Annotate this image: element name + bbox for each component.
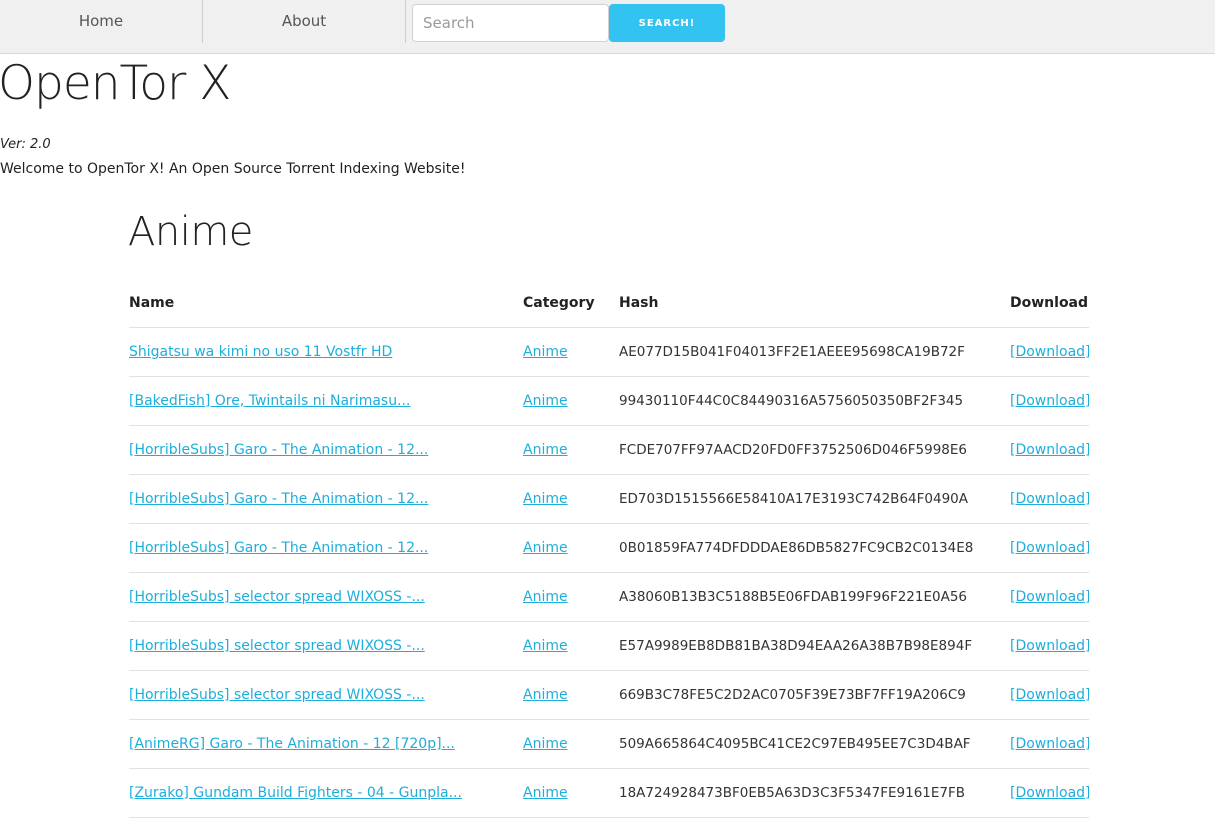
hash-value: E57A9989EB8DB81BA38D94EAA26A38B7B98E894F [619,621,1010,671]
hash-value: 99430110F44C0C84490316A5756050350BF2F345 [619,376,1010,426]
table-row: [HorribleSubs] Garo - The Animation - 12… [129,425,1089,475]
column-header-hash: Hash [619,278,1010,328]
download-link[interactable]: [Download] [1010,589,1089,605]
torrent-name-link[interactable]: [Zurako] Gundam Build Fighters - 04 - Gu… [129,785,462,801]
torrent-table: Name Category Hash Download Shigatsu wa … [129,278,1089,818]
column-header-category: Category [523,278,619,328]
category-link[interactable]: Anime [523,785,568,801]
welcome-text: Welcome to OpenTor X! An Open Source Tor… [0,161,466,177]
column-header-download: Download [1010,278,1089,328]
torrent-name-link[interactable]: [HorribleSubs] selector spread WIXOSS -.… [129,638,425,654]
category-link[interactable]: Anime [523,393,568,409]
search-button[interactable]: SEARCH! [609,4,725,42]
download-link[interactable]: [Download] [1010,785,1089,801]
hash-value: 0B01859FA774DFDDDAE86DB5827FC9CB2C0134E8 [619,523,1010,573]
table-row: [BakedFish] Ore, Twintails ni Narimasu..… [129,376,1089,426]
category-link[interactable]: Anime [523,736,568,752]
table-row: [HorribleSubs] Garo - The Animation - 12… [129,523,1089,573]
torrent-name-link[interactable]: [BakedFish] Ore, Twintails ni Narimasu..… [129,393,410,409]
section-title: Anime [128,209,253,255]
navbar: Home About SEARCH! [0,0,1215,54]
download-link[interactable]: [Download] [1010,442,1089,458]
category-link[interactable]: Anime [523,589,568,605]
table-header-row: Name Category Hash Download [129,278,1089,328]
download-link[interactable]: [Download] [1010,687,1089,703]
table-row: [AnimeRG] Garo - The Animation - 12 [720… [129,719,1089,769]
table-row: [HorribleSubs] selector spread WIXOSS -.… [129,670,1089,720]
download-link[interactable]: [Download] [1010,638,1089,654]
download-link[interactable]: [Download] [1010,393,1089,409]
table-row: [HorribleSubs] selector spread WIXOSS -.… [129,621,1089,671]
nav-home-link[interactable]: Home [0,0,203,43]
category-link[interactable]: Anime [523,344,568,360]
torrent-name-link[interactable]: [HorribleSubs] Garo - The Animation - 12… [129,540,428,556]
hash-value: ED703D1515566E58410A17E3193C742B64F0490A [619,474,1010,524]
table-row: Shigatsu wa kimi no uso 11 Vostfr HD Ani… [129,327,1089,377]
torrent-name-link[interactable]: [HorribleSubs] selector spread WIXOSS -.… [129,589,425,605]
torrent-name-link[interactable]: [HorribleSubs] Garo - The Animation - 12… [129,491,428,507]
category-link[interactable]: Anime [523,442,568,458]
hash-value: 509A665864C4095BC41CE2C97EB495EE7C3D4BAF [619,719,1010,769]
download-link[interactable]: [Download] [1010,736,1089,752]
hash-value: AE077D15B041F04013FF2E1AEEE95698CA19B72F [619,327,1010,377]
torrent-name-link[interactable]: [HorribleSubs] selector spread WIXOSS -.… [129,687,425,703]
table-row: [Zurako] Gundam Build Fighters - 04 - Gu… [129,768,1089,818]
hash-value: FCDE707FF97AACD20FD0FF3752506D046F5998E6 [619,425,1010,475]
torrent-name-link[interactable]: Shigatsu wa kimi no uso 11 Vostfr HD [129,344,392,360]
category-link[interactable]: Anime [523,687,568,703]
table-row: [HorribleSubs] Garo - The Animation - 12… [129,474,1089,524]
download-link[interactable]: [Download] [1010,491,1089,507]
category-link[interactable]: Anime [523,638,568,654]
column-header-name: Name [129,278,523,328]
table-row: [HorribleSubs] selector spread WIXOSS -.… [129,572,1089,622]
torrent-name-link[interactable]: [HorribleSubs] Garo - The Animation - 12… [129,442,428,458]
category-link[interactable]: Anime [523,491,568,507]
site-title: OpenTor X [0,56,231,111]
hash-value: 18A724928473BF0EB5A63D3C3F5347FE9161E7FB [619,768,1010,818]
version-label: Ver: 2.0 [0,137,51,152]
download-link[interactable]: [Download] [1010,540,1089,556]
hash-value: 669B3C78FE5C2D2AC0705F39E73BF7FF19A206C9 [619,670,1010,720]
search-input[interactable] [412,4,609,42]
category-link[interactable]: Anime [523,540,568,556]
torrent-name-link[interactable]: [AnimeRG] Garo - The Animation - 12 [720… [129,736,455,752]
nav-about-link[interactable]: About [203,0,406,43]
hash-value: A38060B13B3C5188B5E06FDAB199F96F221E0A56 [619,572,1010,622]
download-link[interactable]: [Download] [1010,344,1089,360]
